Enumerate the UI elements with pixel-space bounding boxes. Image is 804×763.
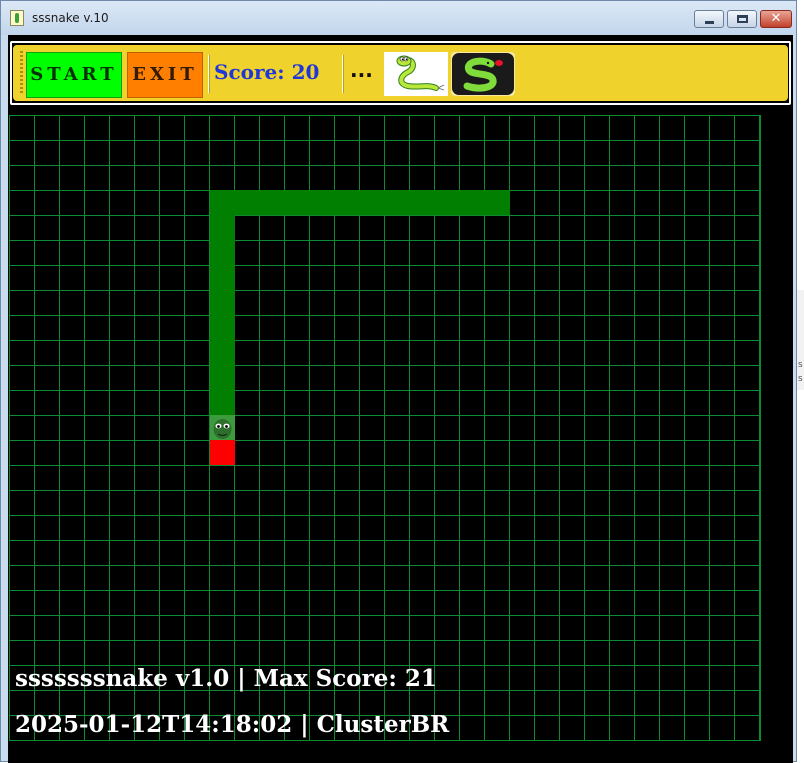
app-icon [10,10,24,26]
food-item [210,440,235,465]
more-button[interactable]: ... [350,58,373,82]
toolbar-grip[interactable] [20,51,23,95]
minimize-button[interactable] [694,10,724,28]
snake-head [210,415,235,440]
background-text: s [798,374,803,384]
title-bar[interactable]: sssnake v.10 ✕ [1,1,796,35]
toolbar-separator [208,55,209,93]
game-info-line: sssssssnake v1.0 | Max Score: 21 [15,665,437,692]
game-board[interactable] [9,115,761,741]
minimize-icon [705,21,714,24]
window-title: sssnake v.10 [32,11,109,25]
timestamp-author-line: 2025-01-12T14:18:02 | ClusterBR [15,711,450,738]
snake-body-segment [210,190,510,215]
snake-head-icon [213,419,232,439]
snake-logo-icon [452,53,514,95]
background-text: s [798,360,803,370]
exit-button[interactable]: EXIT [127,52,203,98]
toolbar-separator [342,55,343,93]
game-client-area: START EXIT Score: 20 ... sssssssnake v1.… [8,35,793,763]
close-button[interactable]: ✕ [760,10,792,28]
snake-body-segment [210,190,235,415]
snake-cartoon-icon [396,55,445,91]
snake-logo-image[interactable] [451,52,515,96]
maximize-button[interactable] [727,10,757,28]
toolbar: START EXIT Score: 20 ... [13,45,788,101]
background-window-fragment: s s [797,290,804,390]
maximize-icon [737,15,748,23]
snake-cartoon-image[interactable] [384,52,448,96]
app-window: sssnake v.10 ✕ START EXIT Score: 20 ... [0,0,797,763]
score-label: Score: 20 [214,60,320,84]
close-icon: ✕ [770,11,782,26]
start-button[interactable]: START [26,52,122,98]
